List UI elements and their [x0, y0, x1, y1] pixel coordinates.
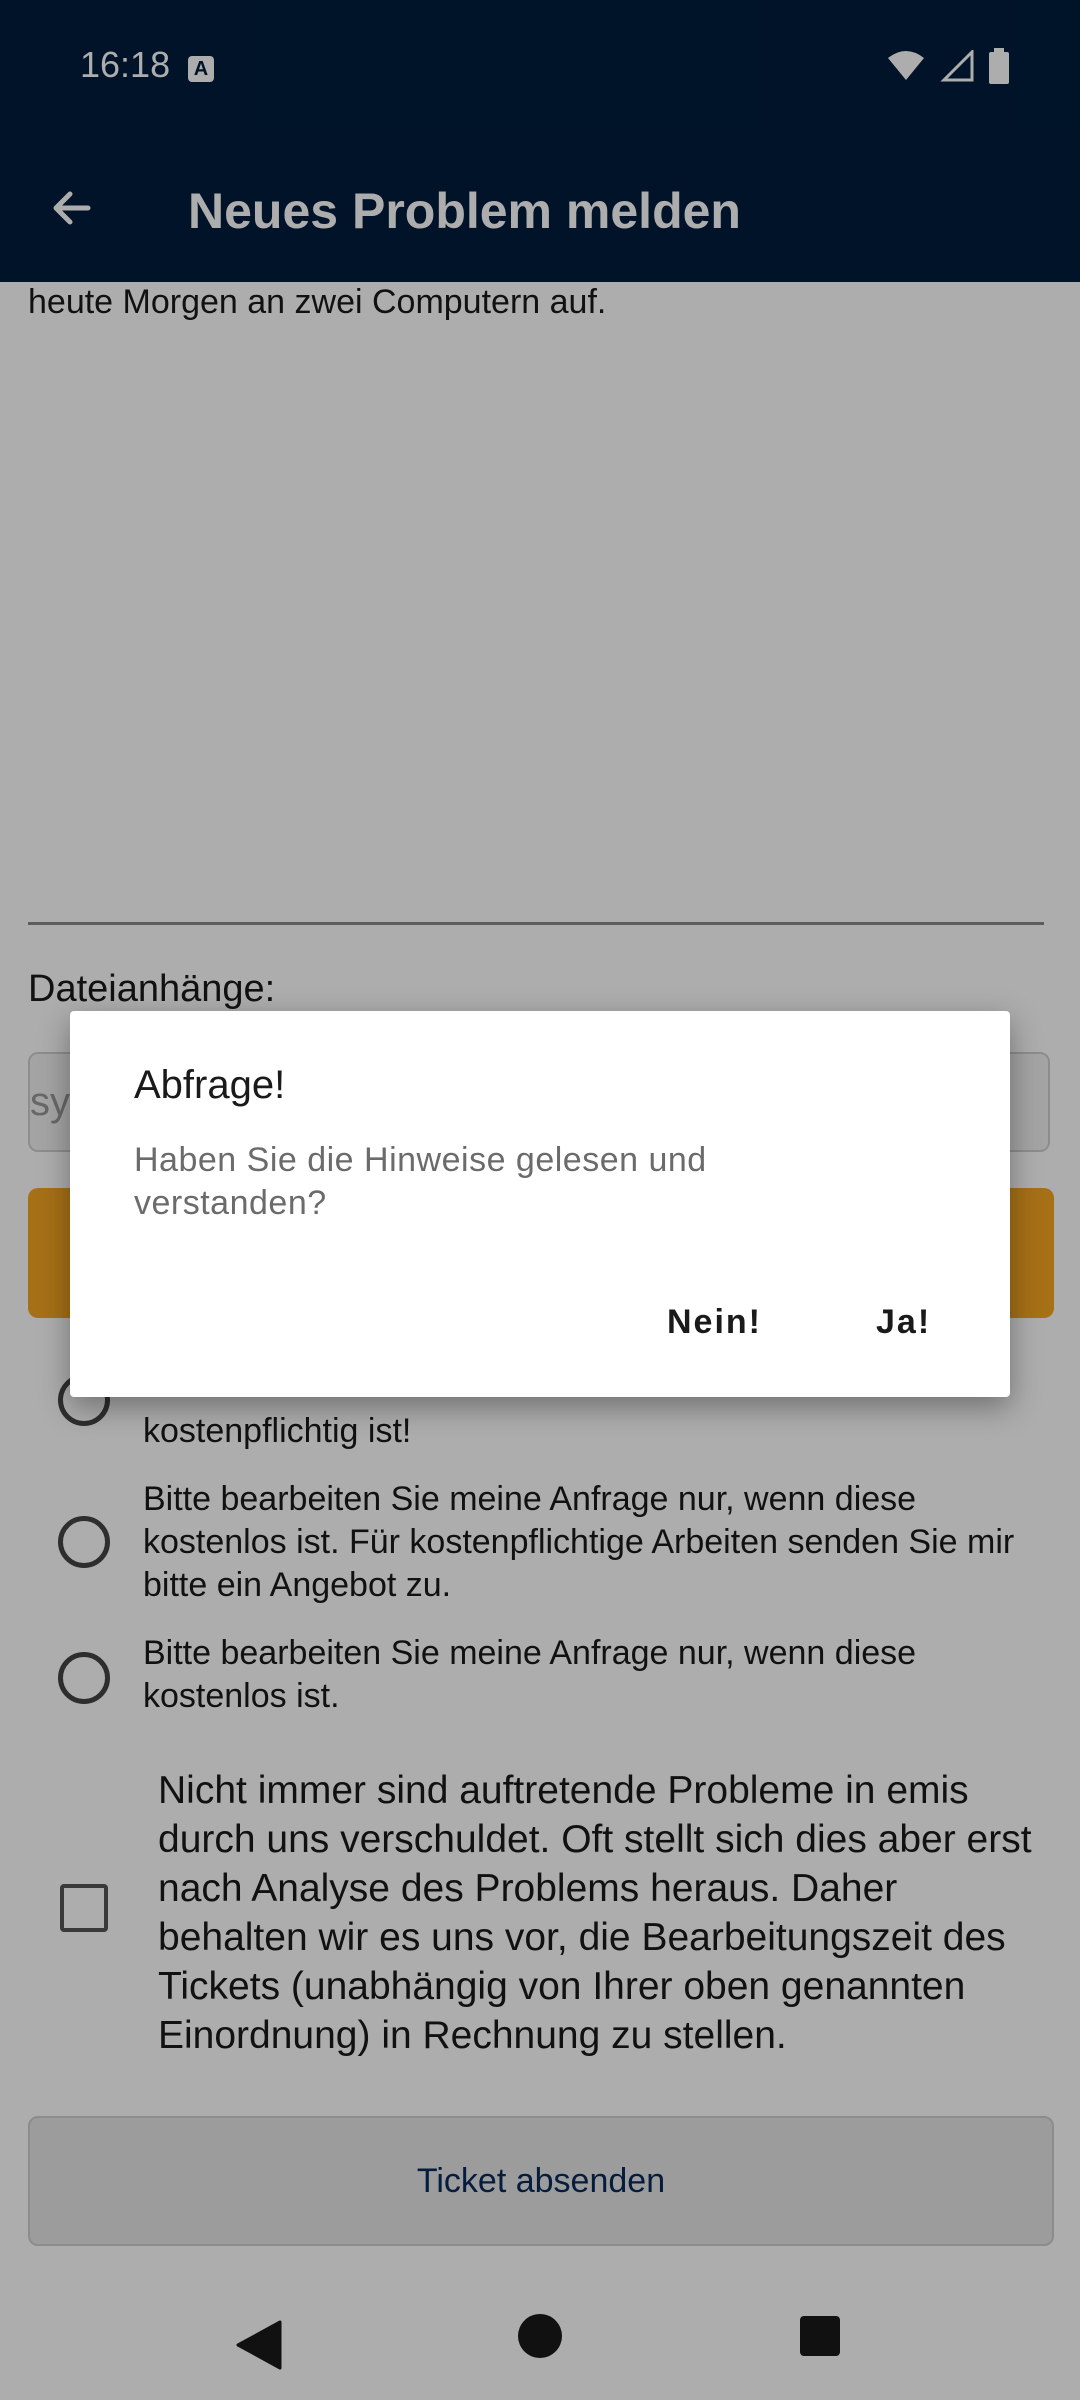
- status-time: 16:18: [80, 44, 171, 85]
- radio-button[interactable]: [58, 1516, 110, 1568]
- nav-back-icon[interactable]: [236, 2320, 282, 2370]
- wifi-icon: [888, 51, 924, 80]
- radio-option-label: Bitte bearbeiten Sie meine Anfrage nur, …: [143, 1634, 917, 1715]
- page-title: Neues Problem melden: [188, 183, 741, 239]
- radio-option-label: kostenpflichtig ist!: [143, 1412, 412, 1450]
- radio-button[interactable]: [58, 1652, 110, 1704]
- signal-icon: [940, 50, 974, 82]
- submit-ticket-button[interactable]: Ticket absenden: [28, 2116, 1054, 2246]
- no-button[interactable]: Nein!: [667, 1303, 762, 1342]
- radio-option-paid[interactable]: kostenpflichtig ist!: [0, 1374, 1080, 1466]
- attachments-label: Dateianhänge:: [28, 968, 276, 1010]
- dialog-message: Haben Sie die Hinweise gelesen und verst…: [134, 1141, 707, 1222]
- navigation-bar: [0, 2300, 1080, 2400]
- nav-home-icon[interactable]: [518, 2314, 562, 2358]
- disclaimer-checkbox[interactable]: [60, 1884, 108, 1932]
- radio-option-free-with-offer[interactable]: Bitte bearbeiten Sie meine Anfrage nur, …: [0, 1478, 1080, 1608]
- confirm-dialog: Abfrage! Haben Sie die Hinweise gelesen …: [70, 1011, 1010, 1397]
- disclaimer-checkbox-row[interactable]: Nicht immer sind auftretende Probleme in…: [0, 1766, 1080, 2057]
- nav-recents-icon[interactable]: [800, 2316, 840, 2356]
- arrow-back-icon[interactable]: [40, 176, 104, 240]
- a-icon: A: [188, 56, 214, 82]
- battery-icon: [989, 48, 1009, 84]
- description-field-text[interactable]: heute Morgen an zwei Computern auf.: [28, 282, 1048, 322]
- system-icons: [886, 46, 1010, 86]
- attachments-placeholder: sy: [30, 1080, 70, 1124]
- status-bar: 16:18 A: [0, 0, 1080, 136]
- yes-button[interactable]: Ja!: [876, 1303, 931, 1342]
- disclaimer-text: Nicht immer sind auftretende Probleme in…: [158, 1769, 1032, 2057]
- app-bar: Neues Problem melden: [0, 136, 1080, 282]
- description-field-underline: [28, 922, 1044, 925]
- radio-option-label: Bitte bearbeiten Sie meine Anfrage nur, …: [143, 1480, 1015, 1604]
- dialog-title: Abfrage!: [134, 1063, 286, 1107]
- radio-option-free-only[interactable]: Bitte bearbeiten Sie meine Anfrage nur, …: [0, 1632, 1080, 1722]
